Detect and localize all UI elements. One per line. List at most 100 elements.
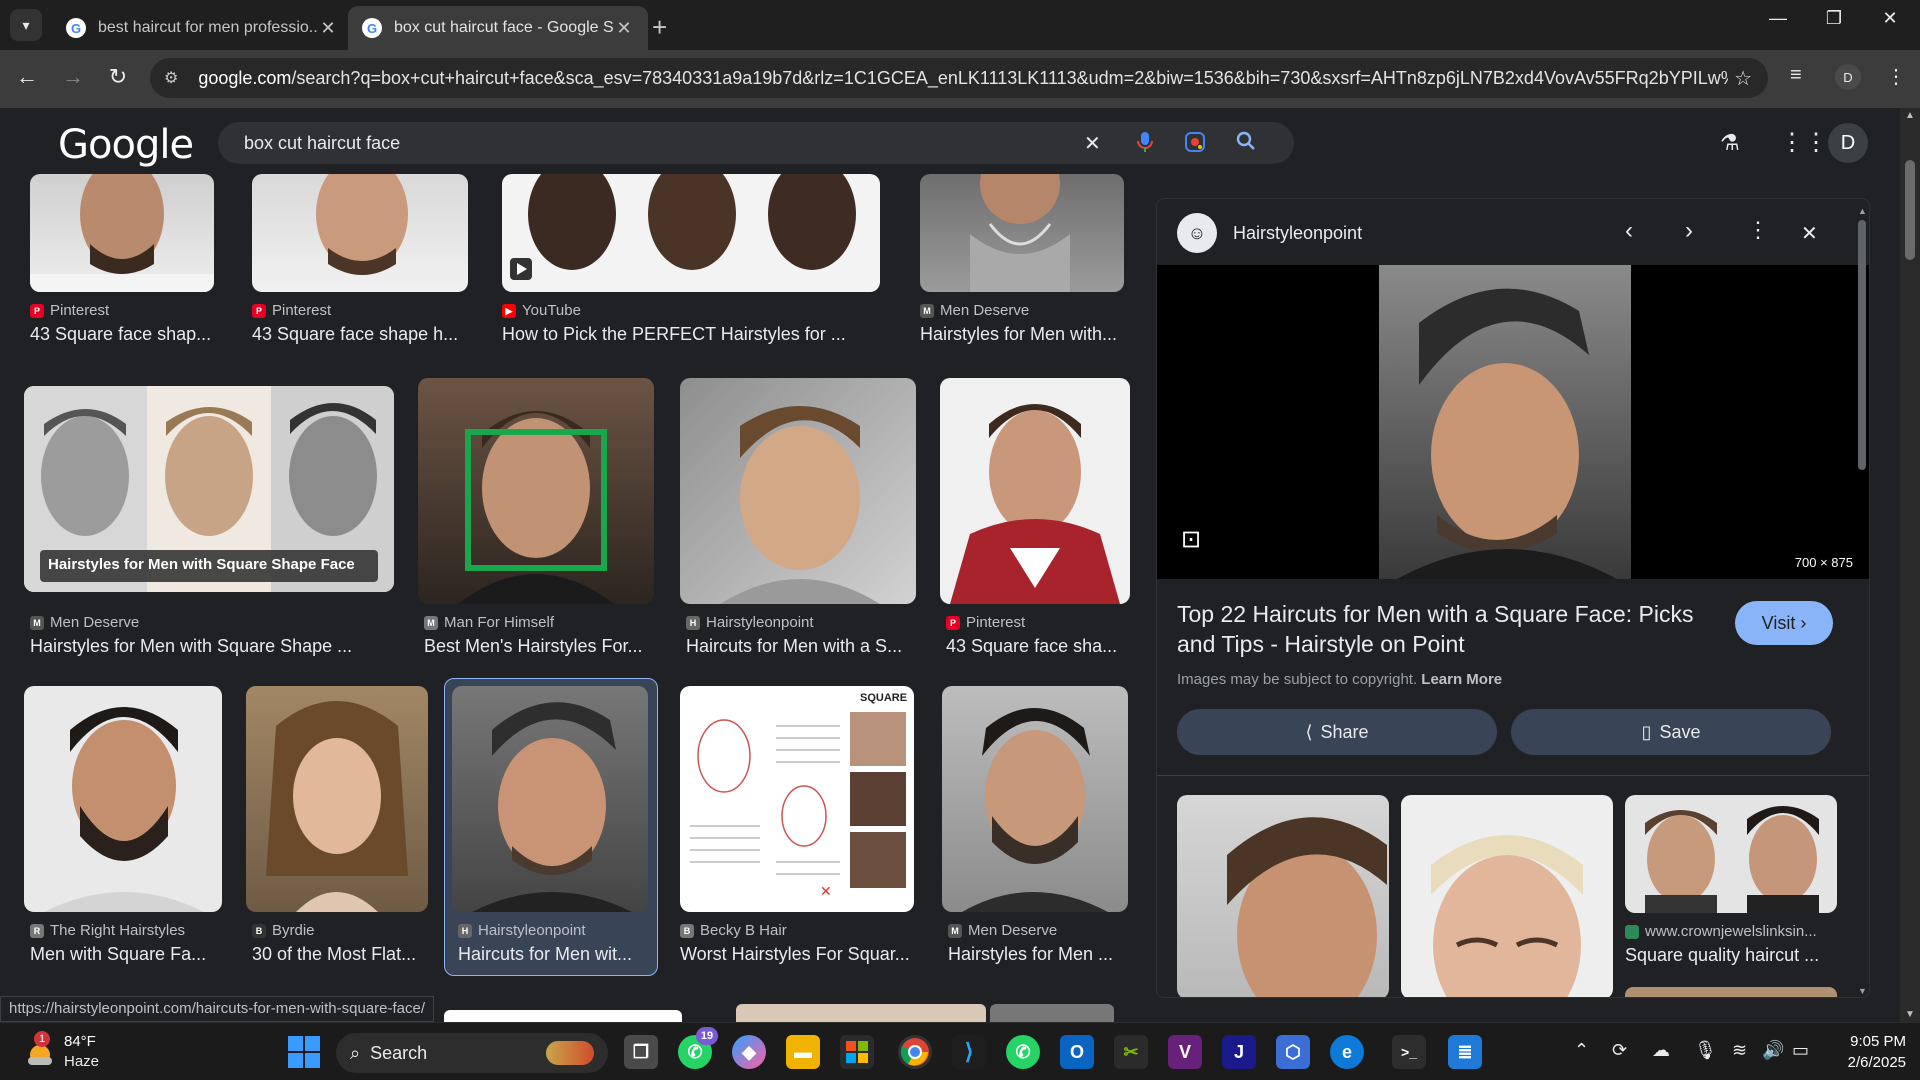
virtualbox-icon[interactable]: ⬡ (1276, 1035, 1310, 1069)
related-title[interactable]: Square quality haircut ... (1625, 945, 1819, 966)
scroll-up-icon[interactable]: ▲ (1905, 110, 1915, 121)
reload-icon[interactable]: ↻ (103, 64, 133, 90)
copilot-icon[interactable]: ◆ (732, 1035, 766, 1069)
learn-more-link[interactable]: Learn More (1421, 671, 1502, 688)
tab-best-haircut[interactable]: G best haircut for men professio... ✕ (52, 6, 352, 50)
panel-title[interactable]: Top 22 Haircuts for Men with a Square Fa… (1177, 599, 1717, 659)
result-title[interactable]: Best Men's Hairstyles For... (424, 636, 654, 657)
notepad-icon[interactable]: ≣ (1448, 1035, 1482, 1069)
whatsapp-web-icon[interactable]: ✆ (1006, 1035, 1040, 1069)
volume-icon[interactable]: 🔊 (1762, 1040, 1784, 1061)
lens-search-icon[interactable]: ⊡ (1181, 525, 1201, 554)
result-thumbnail[interactable] (246, 686, 428, 912)
scroll-down-icon[interactable]: ▼ (1858, 986, 1867, 996)
scroll-up-icon[interactable]: ▲ (1858, 206, 1867, 216)
result-title[interactable]: 43 Square face sha... (946, 636, 1132, 657)
clear-icon[interactable]: ✕ (1084, 131, 1101, 156)
site-info-icon[interactable]: ⚙ (164, 68, 178, 88)
media-control-icon[interactable]: ≡ (1790, 64, 1802, 87)
preview-image-area[interactable] (1157, 265, 1869, 579)
back-icon[interactable]: ← (12, 64, 42, 90)
weather-widget[interactable]: 1 (22, 1031, 56, 1069)
result-title[interactable]: Hairstyles for Men with... (920, 324, 1130, 345)
sync-icon[interactable]: ⟳ (1612, 1040, 1627, 1061)
related-image-partial[interactable] (1625, 987, 1837, 997)
tab-box-cut[interactable]: G box cut haircut face - Google S... ✕ (348, 6, 648, 50)
related-image[interactable] (1401, 795, 1613, 997)
more-options-icon[interactable]: ⋮ (1747, 217, 1769, 243)
result-thumbnail[interactable]: ✕ SQUARE (680, 686, 914, 912)
previous-icon[interactable]: ‹ (1625, 217, 1633, 245)
visual-studio-icon[interactable]: V (1168, 1035, 1202, 1069)
result-title[interactable]: How to Pick the PERFECT Hairstyles for .… (502, 324, 882, 345)
close-window-icon[interactable]: ✕ (1870, 8, 1910, 29)
account-avatar[interactable]: D (1828, 123, 1868, 163)
new-tab-button[interactable]: + (652, 12, 667, 43)
result-title[interactable]: 43 Square face shap... (30, 324, 220, 345)
result-title[interactable]: Worst Hairstyles For Squar... (680, 944, 916, 965)
page-scrollbar[interactable]: ▲ ▼ (1900, 108, 1920, 1022)
result-thumbnail[interactable]: Hairstyles for Men with Square Shape Fac… (24, 386, 394, 592)
tab-search-button[interactable]: ▾ (10, 9, 42, 41)
chrome-icon[interactable] (898, 1035, 932, 1069)
address-url[interactable]: google.com/search?q=box+cut+haircut+face… (198, 68, 1728, 89)
result-thumbnail[interactable] (940, 378, 1130, 604)
weather-temp[interactable]: 84°F (64, 1033, 96, 1050)
result-thumbnail-partial[interactable] (444, 1010, 682, 1022)
result-title[interactable]: Hairstyles for Men with Square Shape ... (30, 636, 400, 657)
voice-search-icon[interactable] (1136, 131, 1154, 159)
visit-button[interactable]: Visit › (1735, 601, 1833, 645)
search-box[interactable]: box cut haircut face ✕ (218, 122, 1294, 164)
terminal-icon[interactable]: >_ (1392, 1035, 1426, 1069)
tab-close-icon[interactable]: ✕ (614, 18, 634, 39)
taskbar-clock[interactable]: 9:05 PM 2/6/2025 (1826, 1031, 1906, 1073)
search-icon[interactable] (1236, 131, 1256, 157)
address-bar[interactable]: ⚙ google.com/search?q=box+cut+haircut+fa… (150, 58, 1768, 98)
result-thumbnail[interactable] (502, 174, 880, 292)
related-image[interactable] (1177, 795, 1389, 997)
weather-condition[interactable]: Haze (64, 1053, 99, 1070)
next-icon[interactable]: › (1685, 217, 1693, 245)
google-logo[interactable]: Google (58, 122, 194, 168)
lens-search-icon[interactable] (1184, 131, 1206, 159)
result-title[interactable]: 43 Square face shape h... (252, 324, 468, 345)
outlook-icon[interactable]: O (1060, 1035, 1094, 1069)
vscode-icon[interactable]: ⟩ (952, 1035, 986, 1069)
battery-icon[interactable]: ▭ (1792, 1040, 1809, 1061)
windows-start-icon[interactable] (288, 1036, 320, 1073)
result-thumbnail[interactable] (942, 686, 1128, 912)
taskbar-search[interactable]: ⌕ Search (336, 1033, 608, 1073)
result-title[interactable]: 30 of the Most Flat... (252, 944, 428, 965)
tab-close-icon[interactable]: ✕ (318, 18, 338, 39)
result-thumbnail[interactable] (418, 378, 654, 604)
minimize-icon[interactable]: — (1758, 8, 1798, 29)
edge-icon[interactable]: e (1330, 1035, 1364, 1069)
forward-icon[interactable]: → (58, 64, 88, 90)
save-button[interactable]: ▯ Save (1511, 709, 1831, 755)
jetbrains-icon[interactable]: J (1222, 1035, 1256, 1069)
panel-scroll-thumb[interactable] (1858, 220, 1866, 470)
restore-icon[interactable]: ❐ (1814, 8, 1854, 29)
show-hidden-icons[interactable]: ⌃ (1574, 1040, 1589, 1061)
onedrive-icon[interactable]: ☁ (1652, 1040, 1670, 1061)
result-thumbnail[interactable] (24, 686, 222, 912)
result-thumbnail[interactable] (920, 174, 1124, 292)
related-image[interactable] (1625, 795, 1837, 913)
scroll-down-icon[interactable]: ▼ (1905, 1009, 1915, 1020)
page-scroll-thumb[interactable] (1905, 160, 1915, 260)
panel-source-name[interactable]: Hairstyleonpoint (1233, 223, 1362, 244)
result-title[interactable]: Men with Square Fa... (30, 944, 216, 965)
search-input[interactable]: box cut haircut face (244, 133, 400, 154)
wifi-icon[interactable]: ≋ (1732, 1040, 1747, 1061)
result-title[interactable]: Hairstyles for Men ... (948, 944, 1128, 965)
microphone-icon[interactable]: 🎙 (1694, 1040, 1717, 1061)
menu-icon[interactable]: ⋮ (1886, 64, 1906, 89)
whatsapp-icon[interactable]: ✆ 19 (678, 1027, 718, 1069)
close-panel-icon[interactable]: ✕ (1801, 221, 1818, 246)
labs-icon[interactable]: ⚗ (1720, 130, 1740, 156)
bookmark-star-icon[interactable]: ☆ (1734, 66, 1752, 91)
panel-scrollbar[interactable]: ▲ ▼ (1856, 206, 1868, 996)
result-thumbnail[interactable] (30, 174, 214, 292)
share-button[interactable]: ⟨ Share (1177, 709, 1497, 755)
result-thumbnail-partial[interactable] (990, 1004, 1114, 1022)
